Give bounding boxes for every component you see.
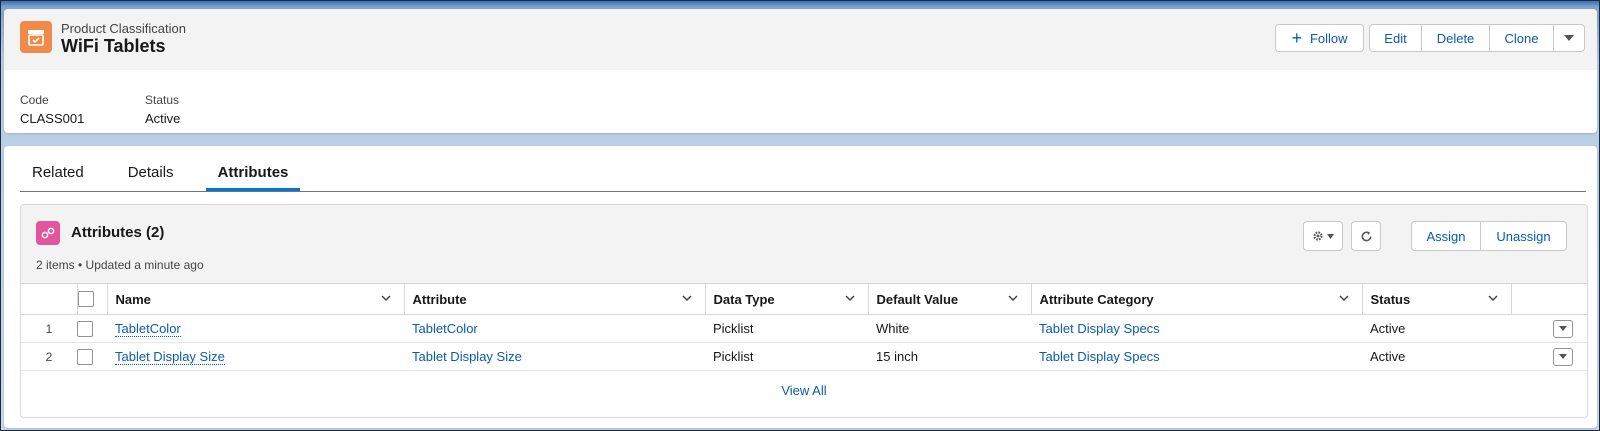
record-action-group: Edit Delete Clone <box>1369 24 1585 52</box>
name-link[interactable]: TabletColor <box>115 321 181 337</box>
plus-icon: + <box>1291 28 1302 48</box>
highlight-status: Status Active <box>145 93 180 126</box>
highlight-label: Status <box>145 93 180 107</box>
refresh-icon <box>1361 230 1371 241</box>
data-type-cell: Picklist <box>705 314 868 343</box>
unassign-button[interactable]: Unassign <box>1481 221 1567 251</box>
related-list-subtitle: 2 items • Updated a minute ago <box>36 258 204 272</box>
assign-button-group: Assign Unassign <box>1411 221 1567 251</box>
attribute-link[interactable]: Tablet Display Size <box>412 349 522 364</box>
highlight-code: Code CLASS001 <box>20 93 84 126</box>
row-actions-button[interactable] <box>1553 347 1573 366</box>
view-all-link[interactable]: View All <box>21 371 1587 398</box>
default-value-cell: 15 inch <box>868 342 1031 371</box>
more-actions-button[interactable] <box>1554 24 1585 52</box>
row-select-cell <box>77 314 107 343</box>
name-cell: Tablet Display Size <box>107 342 404 371</box>
delete-button[interactable]: Delete <box>1422 24 1490 52</box>
tab-related[interactable]: Related <box>20 158 96 191</box>
row-actions-header <box>1511 284 1587 315</box>
record-header: Product Classification WiFi Tablets + Fo… <box>4 9 1597 133</box>
refresh-button[interactable] <box>1351 221 1381 251</box>
chevron-down-icon[interactable] <box>844 292 856 304</box>
select-all-header <box>77 284 108 315</box>
row-checkbox[interactable] <box>77 320 93 337</box>
table-header-row: Name Attribute Data Type Default Value A… <box>21 284 1587 315</box>
table-row: 2 Tablet Display Size Tablet Display Siz… <box>21 342 1587 371</box>
attribute-cell: Tablet Display Size <box>404 342 705 371</box>
row-select-cell <box>77 342 107 371</box>
attributes-table: Name Attribute Data Type Default Value A… <box>21 284 1587 371</box>
assign-button[interactable]: Assign <box>1411 221 1481 251</box>
record-title: WiFi Tablets <box>61 36 166 56</box>
attributes-icon <box>36 221 60 245</box>
row-checkbox[interactable] <box>77 348 93 365</box>
category-link[interactable]: Tablet Display Specs <box>1039 349 1160 364</box>
status-cell: Active <box>1362 342 1511 371</box>
row-number-header <box>21 284 78 315</box>
row-number: 2 <box>21 342 77 371</box>
default-value-cell: White <box>868 314 1031 343</box>
column-header-data-type[interactable]: Data Type <box>705 284 869 315</box>
chevron-down-icon[interactable] <box>380 292 392 304</box>
name-link[interactable]: Tablet Display Size <box>115 349 225 365</box>
follow-label: Follow <box>1309 30 1348 46</box>
category-cell: Tablet Display Specs <box>1031 314 1362 343</box>
data-type-cell: Picklist <box>705 342 868 371</box>
row-number: 1 <box>21 314 77 343</box>
category-link[interactable]: Tablet Display Specs <box>1039 321 1160 336</box>
column-header-status[interactable]: Status <box>1362 284 1512 315</box>
chevron-down-icon[interactable] <box>1487 292 1499 304</box>
edit-button[interactable]: Edit <box>1369 24 1422 52</box>
tab-attributes[interactable]: Attributes <box>205 158 301 191</box>
highlight-value: CLASS001 <box>20 111 85 126</box>
chevron-down-icon <box>1327 233 1334 239</box>
record-header-top: Product Classification WiFi Tablets + Fo… <box>4 9 1597 70</box>
name-cell: TabletColor <box>107 314 404 343</box>
tab-bar: Related Details Attributes <box>20 158 1586 192</box>
product-classification-icon <box>20 21 52 53</box>
related-list-title: Attributes (2) <box>71 224 165 241</box>
column-header-default-value[interactable]: Default Value <box>868 284 1032 315</box>
column-header-name[interactable]: Name <box>107 284 405 315</box>
related-list-header: Attributes (2) 2 items • Updated a minut… <box>21 205 1587 284</box>
chevron-down-icon <box>1559 354 1567 360</box>
column-header-attribute-category[interactable]: Attribute Category <box>1031 284 1363 315</box>
chevron-down-icon <box>1559 326 1567 332</box>
column-header-attribute[interactable]: Attribute <box>404 284 706 315</box>
list-settings-button[interactable] <box>1303 221 1343 251</box>
row-actions-cell <box>1511 342 1587 371</box>
chevron-down-icon[interactable] <box>1338 292 1350 304</box>
chevron-down-icon[interactable] <box>1007 292 1019 304</box>
record-body: Related Details Attributes Attributes (2… <box>4 146 1597 428</box>
app-frame: Product Classification WiFi Tablets + Fo… <box>0 0 1600 431</box>
highlight-value: Active <box>145 111 181 126</box>
attributes-related-list: Attributes (2) 2 items • Updated a minut… <box>20 204 1588 418</box>
gear-icon <box>1313 231 1323 241</box>
row-actions-cell <box>1511 314 1587 343</box>
status-cell: Active <box>1362 314 1511 343</box>
clone-button[interactable]: Clone <box>1490 24 1554 52</box>
attribute-cell: TabletColor <box>404 314 705 343</box>
follow-button[interactable]: + Follow <box>1275 24 1364 52</box>
object-type-label: Product Classification <box>61 21 186 36</box>
tab-details[interactable]: Details <box>116 158 186 191</box>
row-actions-button[interactable] <box>1553 319 1573 338</box>
chevron-down-icon[interactable] <box>681 292 693 304</box>
select-all-checkbox[interactable] <box>77 291 94 308</box>
attribute-link[interactable]: TabletColor <box>412 321 478 336</box>
chevron-down-icon <box>1564 35 1574 41</box>
category-cell: Tablet Display Specs <box>1031 342 1362 371</box>
table-row: 1 TabletColor TabletColor Picklist White… <box>21 314 1587 343</box>
highlight-label: Code <box>20 93 49 107</box>
